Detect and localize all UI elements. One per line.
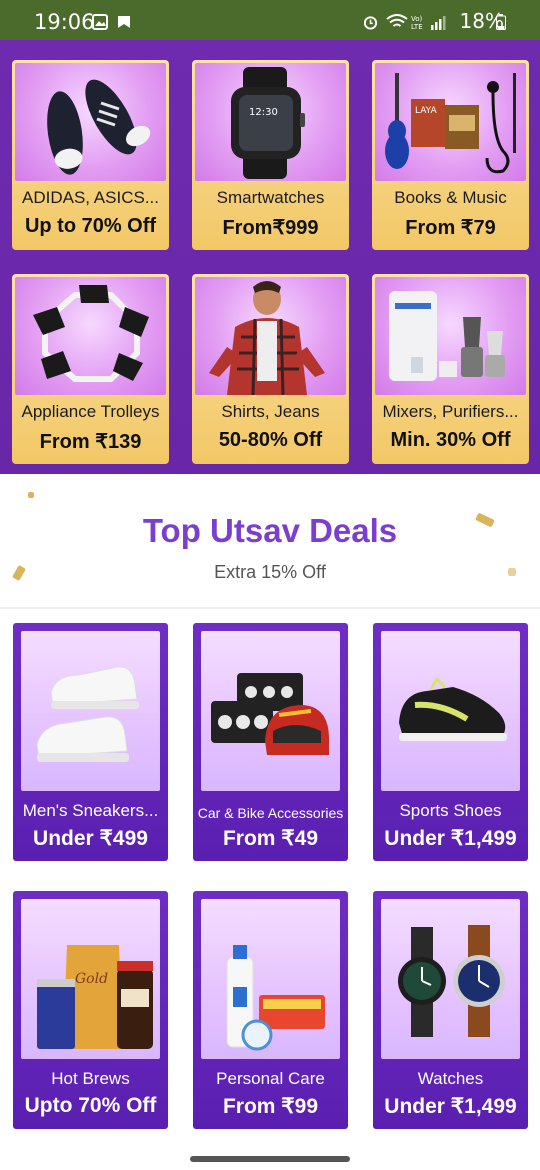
utsav-card-offer: From ₹99: [222, 1095, 319, 1118]
divider: [0, 607, 540, 609]
watches-icon: [381, 899, 520, 1059]
signal-icon: [431, 16, 446, 30]
deal-card-offer: Up to 70% Off: [24, 215, 157, 237]
utsav-card-offer: From ₹49: [222, 827, 319, 850]
svg-text:LTE: LTE: [411, 23, 423, 30]
books-music-icon: LAYA: [375, 63, 526, 181]
utsav-card-offer: Upto 70% Off: [24, 1094, 157, 1117]
utsav-card-mens-sneakers[interactable]: Men's Sneakers... Under ₹499: [13, 623, 168, 861]
coffee-jars-icon: Gold: [21, 899, 160, 1059]
deal-card-smartwatches[interactable]: 12:30 Smartwatches From₹999: [192, 60, 349, 250]
volte-icon: Vo) LTE: [411, 15, 423, 30]
confetti-decoration: [28, 492, 34, 498]
sports-shoe-icon: [381, 631, 520, 791]
deal-card-name: Shirts, Jeans: [221, 402, 320, 421]
deal-card-name: Books & Music: [394, 188, 507, 207]
utsav-card-name: Watches: [417, 1069, 484, 1088]
alarm-icon: [363, 16, 378, 30]
utsav-card-car-bike-accessories[interactable]: Car & Bike Accessories From ₹49: [193, 623, 348, 861]
utsav-card-personal-care[interactable]: Personal Care From ₹99: [193, 891, 348, 1129]
svg-text:Vo): Vo): [411, 15, 423, 23]
deal-card-offer: From ₹139: [39, 431, 142, 453]
notification-icon: [118, 16, 130, 28]
svg-text:LAYA: LAYA: [415, 106, 437, 116]
utsav-card-offer: Under ₹499: [33, 827, 148, 850]
top-deals-banner: ADIDAS, ASICS... Up to 70% Off 12:30 Sma…: [0, 40, 540, 474]
deal-card-offer: From ₹79: [405, 217, 496, 239]
deal-card-adidas[interactable]: ADIDAS, ASICS... Up to 70% Off: [12, 60, 169, 250]
shirt-model-icon: [195, 277, 346, 395]
deal-card-offer: From₹999: [222, 217, 319, 239]
deal-card-name: ADIDAS, ASICS...: [22, 188, 159, 207]
utsav-card-offer: Under ₹1,499: [384, 1095, 517, 1118]
deal-card-shirts-jeans[interactable]: Shirts, Jeans 50-80% Off: [192, 274, 349, 464]
svg-text:12:30: 12:30: [249, 107, 278, 118]
section-title: Top Utsav Deals: [142, 512, 398, 549]
system-nav-bar: [0, 1148, 540, 1170]
smartwatch-icon: 12:30: [195, 63, 346, 181]
mixer-purifier-icon: [375, 277, 526, 395]
utsav-card-name: Personal Care: [216, 1069, 325, 1088]
top-utsav-deals-header: Top Utsav Deals Extra 15% Off: [0, 474, 540, 608]
helmet-lights-icon: [201, 631, 340, 791]
utsav-card-hot-brews[interactable]: Gold Hot Brews Upto 70% Off: [13, 891, 168, 1129]
sneakers-icon: [21, 631, 160, 791]
shoes-icon: [15, 63, 166, 181]
deal-card-offer: Min. 30% Off: [390, 429, 511, 451]
deal-card-name: Appliance Trolleys: [21, 402, 160, 421]
home-gesture-handle[interactable]: [190, 1156, 350, 1162]
svg-text:Gold: Gold: [75, 971, 108, 987]
status-time: 19:06: [34, 10, 95, 34]
utsav-card-name: Car & Bike Accessories: [197, 805, 344, 821]
deal-card-name: Smartwatches: [216, 188, 325, 207]
battery-icon: [496, 14, 506, 30]
deal-card-books-music[interactable]: LAYA Books & Music From ₹79: [372, 60, 529, 250]
utsav-card-name: Hot Brews: [51, 1069, 130, 1088]
utsav-card-name: Men's Sneakers...: [22, 801, 159, 820]
utsav-card-watches[interactable]: Watches Under ₹1,499: [373, 891, 528, 1129]
wifi-icon: [386, 14, 408, 27]
deal-card-mixers-purifiers[interactable]: Mixers, Purifiers... Min. 30% Off: [372, 274, 529, 464]
deal-card-offer: 50-80% Off: [218, 429, 323, 451]
utsav-card-offer: Under ₹1,499: [384, 827, 517, 850]
section-subtitle: Extra 15% Off: [214, 562, 326, 582]
deal-card-appliance-trolleys[interactable]: Appliance Trolleys From ₹139: [12, 274, 169, 464]
personal-care-icon: [201, 899, 340, 1059]
trolley-icon: [15, 277, 166, 395]
deal-card-name: Mixers, Purifiers...: [382, 402, 519, 421]
utsav-card-name: Sports Shoes: [399, 801, 502, 820]
status-bar: 19:06 Vo) LTE 18%: [0, 0, 540, 40]
utsav-card-sports-shoes[interactable]: Sports Shoes Under ₹1,499: [373, 623, 528, 861]
gallery-icon: [92, 14, 108, 30]
